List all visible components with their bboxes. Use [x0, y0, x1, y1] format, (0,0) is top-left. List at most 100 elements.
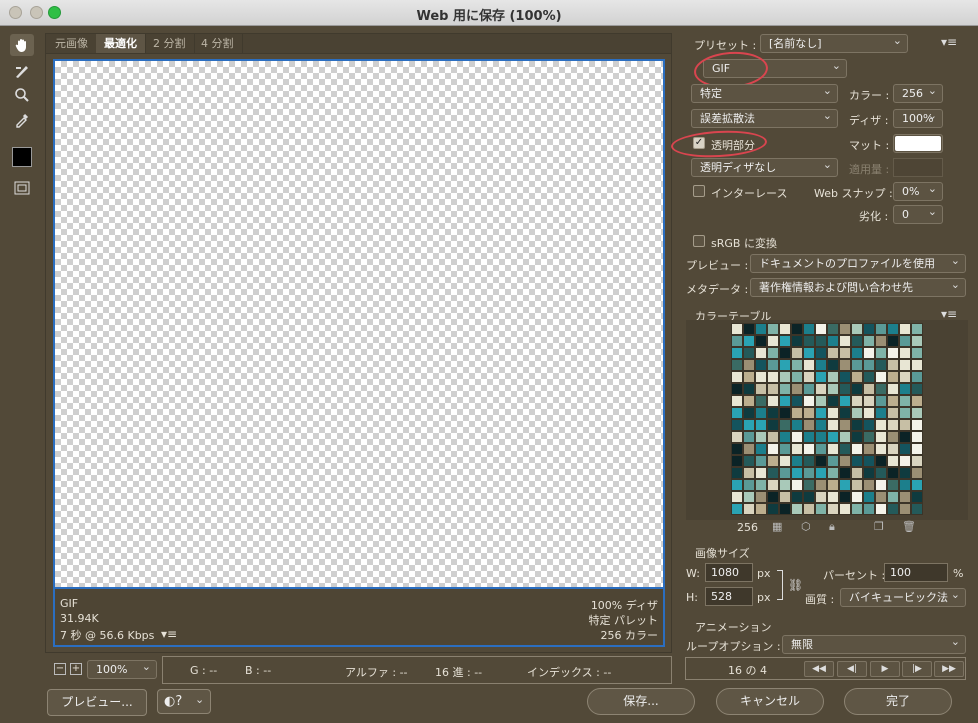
next-frame-button[interactable]: |▶: [902, 661, 932, 677]
color-swatch[interactable]: [791, 443, 803, 455]
color-swatch[interactable]: [767, 503, 779, 515]
color-swatch[interactable]: [743, 407, 755, 419]
color-swatch[interactable]: [791, 359, 803, 371]
lock-color-icon[interactable]: 🔒︎: [829, 520, 835, 534]
color-swatch[interactable]: [731, 503, 743, 515]
color-swatch[interactable]: [791, 335, 803, 347]
play-button[interactable]: ▶: [870, 661, 900, 677]
color-swatch[interactable]: [767, 455, 779, 467]
color-swatch[interactable]: [911, 443, 923, 455]
color-swatch[interactable]: [803, 455, 815, 467]
color-swatch[interactable]: [875, 347, 887, 359]
color-swatch[interactable]: [815, 431, 827, 443]
color-swatch[interactable]: [731, 395, 743, 407]
color-swatch[interactable]: [755, 455, 767, 467]
color-swatch[interactable]: [815, 479, 827, 491]
color-swatch[interactable]: [779, 443, 791, 455]
color-swatch[interactable]: [731, 491, 743, 503]
color-swatch[interactable]: [911, 503, 923, 515]
color-swatch[interactable]: [815, 491, 827, 503]
color-swatch[interactable]: [815, 395, 827, 407]
color-swatch[interactable]: [815, 383, 827, 395]
color-swatch[interactable]: [827, 371, 839, 383]
color-swatch[interactable]: [755, 347, 767, 359]
color-swatch[interactable]: [803, 503, 815, 515]
color-swatch[interactable]: [815, 455, 827, 467]
color-swatch[interactable]: [731, 407, 743, 419]
color-swatch[interactable]: [779, 431, 791, 443]
color-swatch[interactable]: [911, 371, 923, 383]
color-swatch[interactable]: [731, 419, 743, 431]
color-swatch[interactable]: [803, 335, 815, 347]
color-swatch[interactable]: [779, 407, 791, 419]
color-swatch[interactable]: [911, 359, 923, 371]
tab-optimized[interactable]: 最適化: [96, 34, 146, 53]
color-swatch[interactable]: [767, 443, 779, 455]
interlace-checkbox[interactable]: [693, 185, 705, 197]
color-swatch[interactable]: [767, 323, 779, 335]
color-swatch[interactable]: [743, 479, 755, 491]
color-swatch[interactable]: [767, 335, 779, 347]
color-swatch[interactable]: [887, 359, 899, 371]
color-swatch[interactable]: [899, 371, 911, 383]
color-swatch[interactable]: [743, 383, 755, 395]
color-swatch[interactable]: [851, 491, 863, 503]
color-swatch[interactable]: [779, 455, 791, 467]
color-swatch[interactable]: [911, 407, 923, 419]
color-swatch[interactable]: [791, 323, 803, 335]
color-swatch[interactable]: [755, 323, 767, 335]
color-swatch[interactable]: [911, 455, 923, 467]
color-swatch[interactable]: [899, 503, 911, 515]
color-swatch[interactable]: [827, 335, 839, 347]
color-swatch[interactable]: [851, 443, 863, 455]
color-swatch[interactable]: [779, 335, 791, 347]
color-swatch[interactable]: [815, 347, 827, 359]
color-swatch[interactable]: [767, 395, 779, 407]
color-swatch[interactable]: [791, 491, 803, 503]
zoom-level-select[interactable]: 100%: [87, 660, 157, 679]
color-swatch[interactable]: [791, 479, 803, 491]
color-swatch[interactable]: [839, 347, 851, 359]
color-swatch[interactable]: [743, 359, 755, 371]
color-swatch[interactable]: [755, 359, 767, 371]
color-swatch[interactable]: [899, 407, 911, 419]
color-swatch[interactable]: [779, 419, 791, 431]
color-swatch[interactable]: [911, 347, 923, 359]
color-swatch[interactable]: [767, 407, 779, 419]
color-swatch[interactable]: [827, 395, 839, 407]
color-swatch[interactable]: [743, 455, 755, 467]
color-swatch[interactable]: [779, 371, 791, 383]
color-swatch[interactable]: [863, 491, 875, 503]
color-swatch[interactable]: [875, 491, 887, 503]
color-swatch[interactable]: [803, 431, 815, 443]
color-swatch[interactable]: [743, 335, 755, 347]
color-swatch[interactable]: [779, 479, 791, 491]
color-swatch[interactable]: [827, 467, 839, 479]
color-swatch[interactable]: [731, 347, 743, 359]
color-swatch[interactable]: [839, 335, 851, 347]
color-swatch[interactable]: [731, 455, 743, 467]
color-swatch[interactable]: [839, 407, 851, 419]
done-button[interactable]: 完了: [844, 688, 952, 715]
color-swatch[interactable]: [839, 431, 851, 443]
color-swatch[interactable]: [791, 347, 803, 359]
color-swatch[interactable]: [875, 335, 887, 347]
previous-frame-button[interactable]: ◀|: [837, 661, 867, 677]
color-swatch[interactable]: [755, 395, 767, 407]
color-swatch[interactable]: [767, 359, 779, 371]
color-swatch[interactable]: [755, 407, 767, 419]
color-swatch[interactable]: [887, 455, 899, 467]
color-swatch[interactable]: [887, 419, 899, 431]
color-swatch[interactable]: [779, 323, 791, 335]
color-swatch[interactable]: [887, 371, 899, 383]
color-swatch[interactable]: [875, 359, 887, 371]
color-swatch[interactable]: [887, 443, 899, 455]
color-swatch[interactable]: [743, 419, 755, 431]
color-swatch[interactable]: [899, 395, 911, 407]
srgb-checkbox[interactable]: [693, 235, 705, 247]
color-swatch[interactable]: [827, 479, 839, 491]
color-swatch[interactable]: [731, 431, 743, 443]
color-swatch[interactable]: [767, 347, 779, 359]
color-swatch[interactable]: [731, 383, 743, 395]
color-swatch[interactable]: [827, 443, 839, 455]
